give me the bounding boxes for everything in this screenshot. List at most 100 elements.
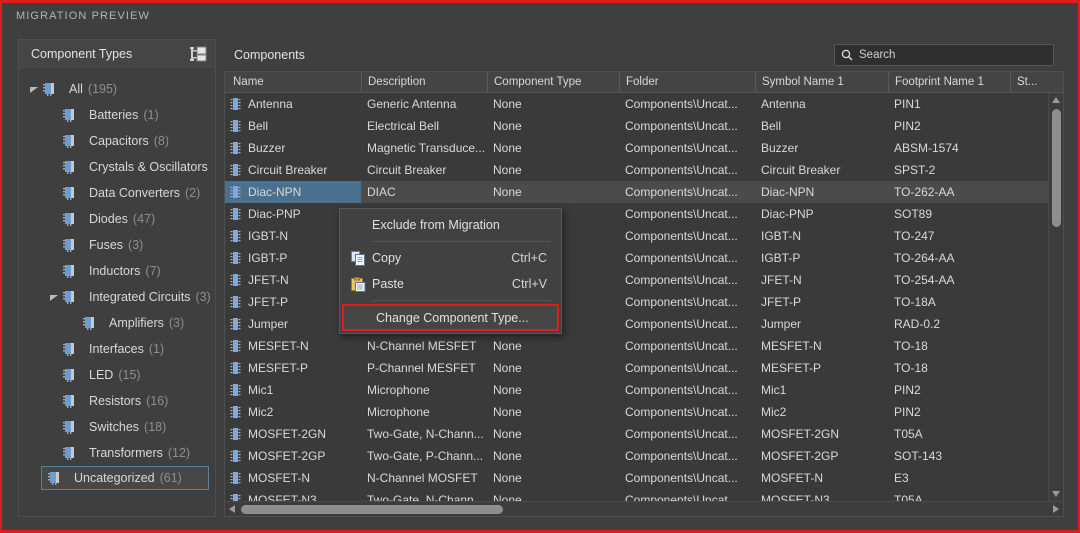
tree-expand-arrow-icon[interactable] [47, 293, 61, 301]
column-header-name[interactable]: Name [225, 72, 361, 92]
search-input[interactable]: Search [834, 44, 1054, 66]
scroll-down-arrow[interactable] [1049, 487, 1063, 501]
horizontal-scrollbar[interactable] [225, 501, 1063, 516]
context-menu-item-change-component-type[interactable]: Change Component Type... [342, 304, 559, 331]
sidebar-item-data-converters[interactable]: Data Converters (2) [19, 180, 215, 206]
cell-name: MESFET-N [225, 335, 361, 357]
table-row[interactable]: Mic2 Microphone None Components\Uncat... Mic… [225, 401, 1063, 423]
cell-name: MESFET-P [225, 357, 361, 379]
search-icon [841, 49, 853, 61]
sidebar-item-interfaces[interactable]: Interfaces (1) [19, 336, 215, 362]
scroll-up-arrow[interactable] [1049, 93, 1063, 107]
cell-desc: Two-Gate, N-Chann... [367, 493, 484, 501]
table-row[interactable]: MOSFET-N3 Two-Gate, N-Chann... None Compone… [225, 489, 1063, 501]
column-header-footprint[interactable]: Footprint Name 1 [888, 72, 1010, 92]
sidebar-item-capacitors[interactable]: Capacitors (8) [19, 128, 215, 154]
cell-type: None [493, 383, 522, 397]
component-row-icon [229, 97, 242, 111]
sidebar-item-uncategorized[interactable]: Uncategorized (61) [41, 466, 209, 490]
table-row[interactable]: MOSFET-2GN Two-Gate, N-Chann... None Compon… [225, 423, 1063, 445]
cell-name: Mic2 [225, 401, 361, 423]
context-menu-item-exclude-from-migration[interactable]: Exclude from Migration [340, 212, 561, 238]
sidebar-item-crystals-oscillators[interactable]: Crystals & Oscillators [19, 154, 215, 180]
sidebar-item-label: Resistors [89, 394, 142, 408]
context-menu-item-paste[interactable]: Paste Ctrl+V [340, 271, 561, 297]
cell-symbol: Bell [761, 119, 782, 133]
component-row-icon [229, 405, 242, 419]
column-header-status[interactable]: St... [1010, 72, 1063, 92]
cell-desc: Two-Gate, N-Chann... [367, 427, 484, 441]
cell-name: Circuit Breaker [225, 159, 361, 181]
component-row-icon [229, 361, 242, 375]
sidebar-item-count: (3) [128, 238, 144, 252]
cell-folder: Components\Uncat... [625, 361, 738, 375]
sidebar-item-diodes[interactable]: Diodes (47) [19, 206, 215, 232]
sidebar-item-amplifiers[interactable]: Amplifiers (3) [19, 310, 215, 336]
component-type-icon [61, 160, 83, 175]
vertical-scroll-thumb[interactable] [1052, 109, 1061, 227]
cell-symbol: Mic2 [761, 405, 787, 419]
components-header: Components Search [224, 39, 1064, 71]
sidebar-item-count: (195) [87, 82, 118, 96]
scroll-right-arrow[interactable] [1049, 505, 1063, 513]
cell-symbol: MOSFET-N [761, 471, 823, 485]
component-types-tree[interactable]: All (195) Batteries (1) Capacitors (8) Crystal… [19, 68, 215, 515]
sidebar-item-all[interactable]: All (195) [19, 76, 215, 102]
table-row[interactable]: Circuit Breaker Circuit Breaker None Compon… [225, 159, 1063, 181]
table-row[interactable]: MOSFET-2GP Two-Gate, P-Chann... None Compon… [225, 445, 1063, 467]
migration-preview-window: MIGRATION PREVIEW Component Types All (19… [0, 0, 1080, 533]
table-row[interactable]: MESFET-P P-Channel MESFET None Components\U… [225, 357, 1063, 379]
table-row[interactable]: Buzzer Magnetic Transduce... None Component… [225, 137, 1063, 159]
table-row[interactable]: Bell Electrical Bell None Components\Uncat.… [225, 115, 1063, 137]
cell-desc: N-Channel MOSFET [367, 471, 478, 485]
cell-text-name: Jumper [248, 317, 289, 331]
sidebar-item-switches[interactable]: Switches (18) [19, 414, 215, 440]
vertical-scrollbar[interactable] [1048, 93, 1063, 501]
table-row[interactable]: MESFET-N N-Channel MESFET None Components\U… [225, 335, 1063, 357]
component-type-icon [81, 316, 103, 331]
component-row-icon [229, 383, 242, 397]
cell-symbol: Diac-NPN [761, 185, 815, 199]
cell-text-name: Diac-PNP [248, 207, 301, 221]
cell-desc: Circuit Breaker [367, 163, 447, 177]
cell-symbol: Jumper [761, 317, 802, 331]
context-menu-item-copy[interactable]: Copy Ctrl+C [340, 245, 561, 271]
context-menu-item-label: Exclude from Migration [372, 218, 500, 232]
cell-symbol: MOSFET-2GN [761, 427, 840, 441]
table-row[interactable]: Diac-NPN DIAC None Components\Uncat... Diac-… [225, 181, 1063, 203]
tree-expand-arrow-icon[interactable] [27, 85, 41, 93]
column-header-folder[interactable]: Folder [619, 72, 755, 92]
sidebar-item-batteries[interactable]: Batteries (1) [19, 102, 215, 128]
component-row-icon [229, 185, 242, 199]
table-header-row: Name Description Component Type Folder Symbo… [225, 72, 1063, 93]
context-menu[interactable]: Exclude from Migration Copy Ctrl+C Paste Ctr… [339, 208, 562, 334]
tree-collapse-icon[interactable] [189, 45, 209, 63]
cell-desc: Generic Antenna [367, 97, 457, 111]
cell-type: None [493, 339, 522, 353]
sidebar-item-integrated-circuits[interactable]: Integrated Circuits (3) [19, 284, 215, 310]
sidebar-item-transformers[interactable]: Transformers (12) [19, 440, 215, 466]
table-row[interactable]: Antenna Generic Antenna None Components\Unc… [225, 93, 1063, 115]
column-header-desc[interactable]: Description [361, 72, 487, 92]
cell-footprint: PIN2 [894, 383, 921, 397]
cell-folder: Components\Uncat... [625, 119, 738, 133]
cell-symbol: Diac-PNP [761, 207, 814, 221]
component-type-icon [61, 368, 83, 383]
sidebar-item-inductors[interactable]: Inductors (7) [19, 258, 215, 284]
sidebar-item-resistors[interactable]: Resistors (16) [19, 388, 215, 414]
column-header-symbol[interactable]: Symbol Name 1 [755, 72, 888, 92]
column-header-type[interactable]: Component Type [487, 72, 619, 92]
horizontal-scroll-thumb[interactable] [241, 505, 503, 514]
cell-folder: Components\Uncat... [625, 427, 738, 441]
cell-text-name: MESFET-P [248, 361, 309, 375]
horizontal-scroll-track[interactable] [239, 502, 1049, 516]
cell-type: None [493, 141, 522, 155]
sidebar-item-led[interactable]: LED (15) [19, 362, 215, 388]
cell-folder: Components\Uncat... [625, 185, 738, 199]
scroll-left-arrow[interactable] [225, 505, 239, 513]
cell-desc: P-Channel MESFET [367, 361, 476, 375]
table-row[interactable]: Mic1 Microphone None Components\Uncat... Mic… [225, 379, 1063, 401]
sidebar-item-fuses[interactable]: Fuses (3) [19, 232, 215, 258]
cell-footprint: PIN2 [894, 119, 921, 133]
table-row[interactable]: MOSFET-N N-Channel MOSFET None Components\U… [225, 467, 1063, 489]
